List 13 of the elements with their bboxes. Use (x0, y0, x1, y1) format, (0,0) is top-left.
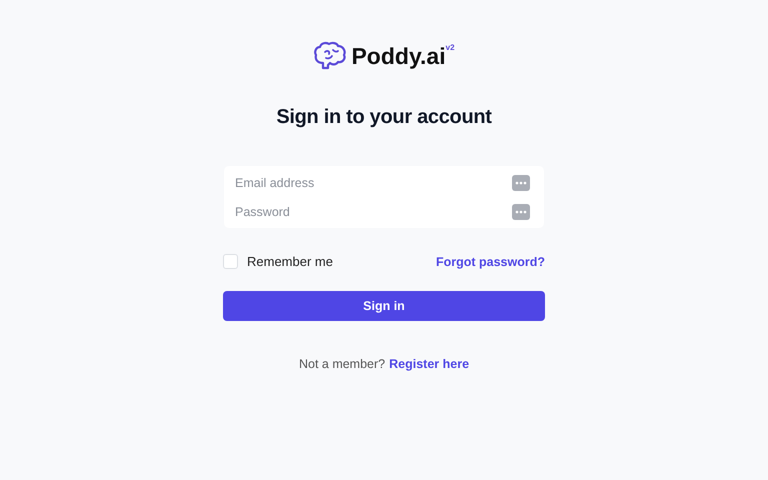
register-link[interactable]: Register here (389, 357, 470, 371)
page-heading: Sign in to your account (276, 106, 492, 129)
checkbox[interactable] (223, 254, 238, 269)
sign-in-button[interactable]: Sign in (223, 291, 545, 321)
footer-text: Not a member? (298, 357, 386, 371)
input-field[interactable]: Email address (233, 174, 512, 190)
remember-label: Remember me (247, 254, 333, 269)
brand-name: Poddy.ai$^{v2}$ (351, 42, 455, 70)
dots-icon[interactable] (512, 174, 530, 190)
dots-icon[interactable] (512, 204, 530, 220)
input-field[interactable]: Password (233, 204, 512, 220)
forgot-password-link[interactable]: Forgot password? (436, 254, 545, 268)
brain-icon (313, 41, 348, 71)
